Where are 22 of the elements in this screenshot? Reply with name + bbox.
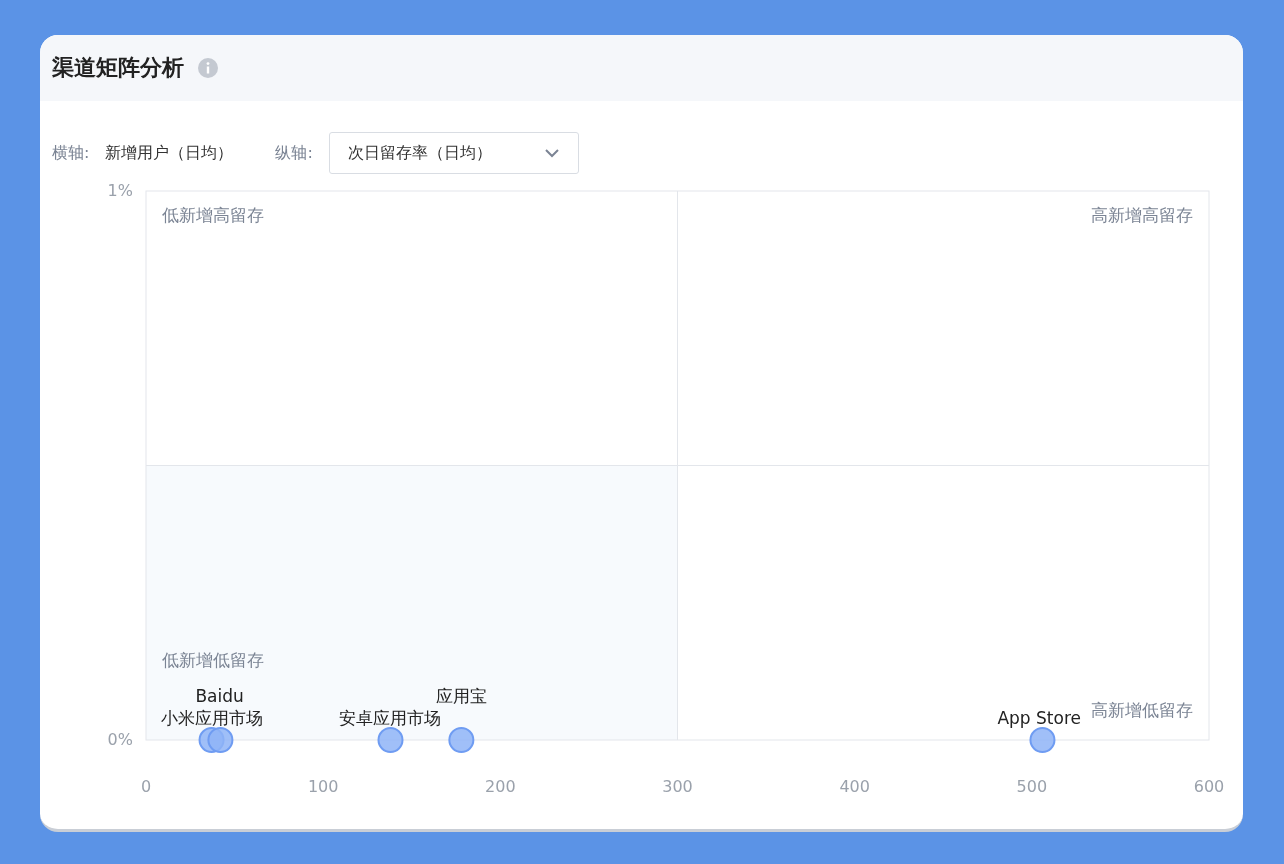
- x-tick-label: 500: [1016, 777, 1048, 794]
- x-tick-label: 0: [140, 777, 152, 794]
- x-tick-label: 300: [662, 777, 693, 794]
- quadrant-label: 低新增高留存: [162, 205, 264, 225]
- bubble-label: 应用宝: [435, 686, 487, 706]
- bubble-label: App Store: [997, 708, 1082, 728]
- quadrant-label: 高新增高留存: [1091, 205, 1193, 225]
- x-tick-label: 400: [839, 777, 870, 794]
- y-tick-label: 0%: [107, 730, 133, 749]
- y-tick-label: 1%: [107, 181, 133, 200]
- x-tick-label: 100: [307, 777, 339, 794]
- bubble-label: 小米应用市场: [160, 708, 263, 728]
- card-title: 渠道矩阵分析: [52, 54, 184, 82]
- quadrant-label: 高新增低留存: [1091, 700, 1193, 720]
- x-axis-value: 新增用户（日均）: [105, 142, 234, 164]
- bubble-label: 安卓应用市场: [339, 708, 442, 728]
- x-tick-label: 200: [485, 777, 516, 794]
- bubble-label: Baidu: [195, 686, 244, 706]
- x-tick-label: 600: [1193, 777, 1225, 794]
- y-axis-label: 纵轴:: [275, 142, 313, 164]
- x-axis-label: 横轴:: [52, 142, 90, 164]
- quadrant-label: 低新增低留存: [162, 650, 264, 670]
